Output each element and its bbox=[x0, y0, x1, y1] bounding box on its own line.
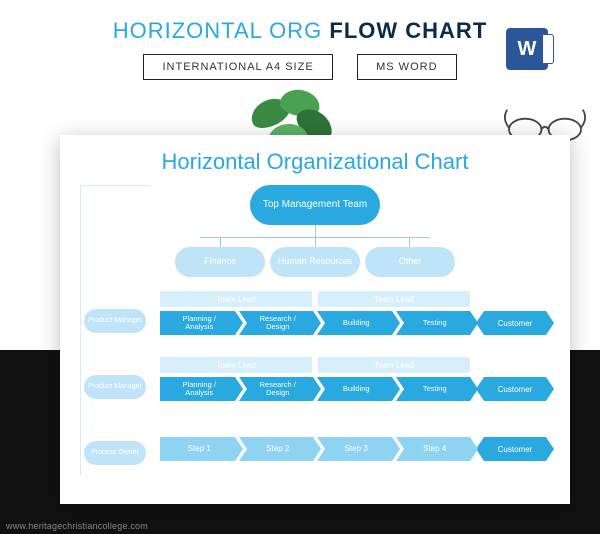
teamlead-label: Team Lead bbox=[318, 357, 470, 373]
step-row: Planning / Analysis Research / Design Bu… bbox=[160, 311, 470, 335]
msword-icon: W bbox=[506, 28, 548, 70]
role-pill: Product Manager bbox=[84, 309, 146, 333]
teamlead-label: Team Lead bbox=[160, 291, 312, 307]
department-node: Human Resources bbox=[270, 247, 360, 277]
teamlead-row: Team Lead Team Lead bbox=[160, 357, 470, 373]
connector-line bbox=[409, 237, 410, 247]
step-chevron: Step 3 bbox=[317, 437, 392, 461]
teamlead-row: Team Lead Team Lead bbox=[160, 291, 470, 307]
connector-line bbox=[315, 225, 316, 237]
connector-line bbox=[315, 237, 316, 247]
role-pill: Process Owner bbox=[84, 441, 146, 465]
step-chevron: Testing bbox=[396, 377, 471, 401]
role-pill: Product Manager bbox=[84, 375, 146, 399]
page-root: HORIZONTAL ORG FLOW CHART INTERNATIONAL … bbox=[0, 0, 600, 534]
teamlead-label: Team Lead bbox=[160, 357, 312, 373]
teamlead-label: Team Lead bbox=[318, 291, 470, 307]
step-chevron: Step 2 bbox=[239, 437, 314, 461]
customer-node: Customer bbox=[484, 311, 546, 335]
msword-icon-letter: W bbox=[518, 38, 537, 61]
step-row: Step 1 Step 2 Step 3 Step 4 bbox=[160, 437, 470, 461]
step-chevron: Planning / Analysis bbox=[160, 377, 235, 401]
badge-a4: INTERNATIONAL A4 SIZE bbox=[143, 54, 332, 80]
department-node: Finance bbox=[175, 247, 265, 277]
connector-line bbox=[80, 185, 150, 186]
step-chevron: Planning / Analysis bbox=[160, 311, 235, 335]
customer-node: Customer bbox=[484, 377, 546, 401]
step-chevron: Step 1 bbox=[160, 437, 235, 461]
step-chevron: Step 4 bbox=[396, 437, 471, 461]
step-chevron: Research / Design bbox=[239, 377, 314, 401]
top-management-node: Top Management Team bbox=[250, 185, 380, 225]
watermark-text: www.heritagechristiancollege.com bbox=[6, 521, 148, 531]
step-chevron: Building bbox=[317, 311, 392, 335]
process-lane: Product Manager Team Lead Team Lead Plan… bbox=[80, 291, 550, 347]
connector-line bbox=[220, 237, 221, 247]
department-node: Other bbox=[365, 247, 455, 277]
step-chevron: Testing bbox=[396, 311, 471, 335]
customer-node: Customer bbox=[484, 437, 546, 461]
step-chevron: Research / Design bbox=[239, 311, 314, 335]
document-inner: Horizontal Organizational Chart Top Mana… bbox=[60, 135, 570, 504]
step-row: Planning / Analysis Research / Design Bu… bbox=[160, 377, 470, 401]
chart-title: Horizontal Organizational Chart bbox=[80, 149, 550, 175]
step-chevron: Building bbox=[317, 377, 392, 401]
process-lane: Process Owner Step 1 Step 2 Step 3 Step … bbox=[80, 423, 550, 479]
title-bold: FLOW CHART bbox=[329, 18, 487, 43]
title-thin: HORIZONTAL ORG bbox=[113, 18, 330, 43]
org-chart: Top Management Team Finance Human Resour… bbox=[80, 185, 550, 485]
process-lane: Product Manager Team Lead Team Lead Plan… bbox=[80, 357, 550, 413]
document-mock: Horizontal Organizational Chart Top Mana… bbox=[60, 135, 570, 504]
badge-msword: MS WORD bbox=[357, 54, 456, 80]
